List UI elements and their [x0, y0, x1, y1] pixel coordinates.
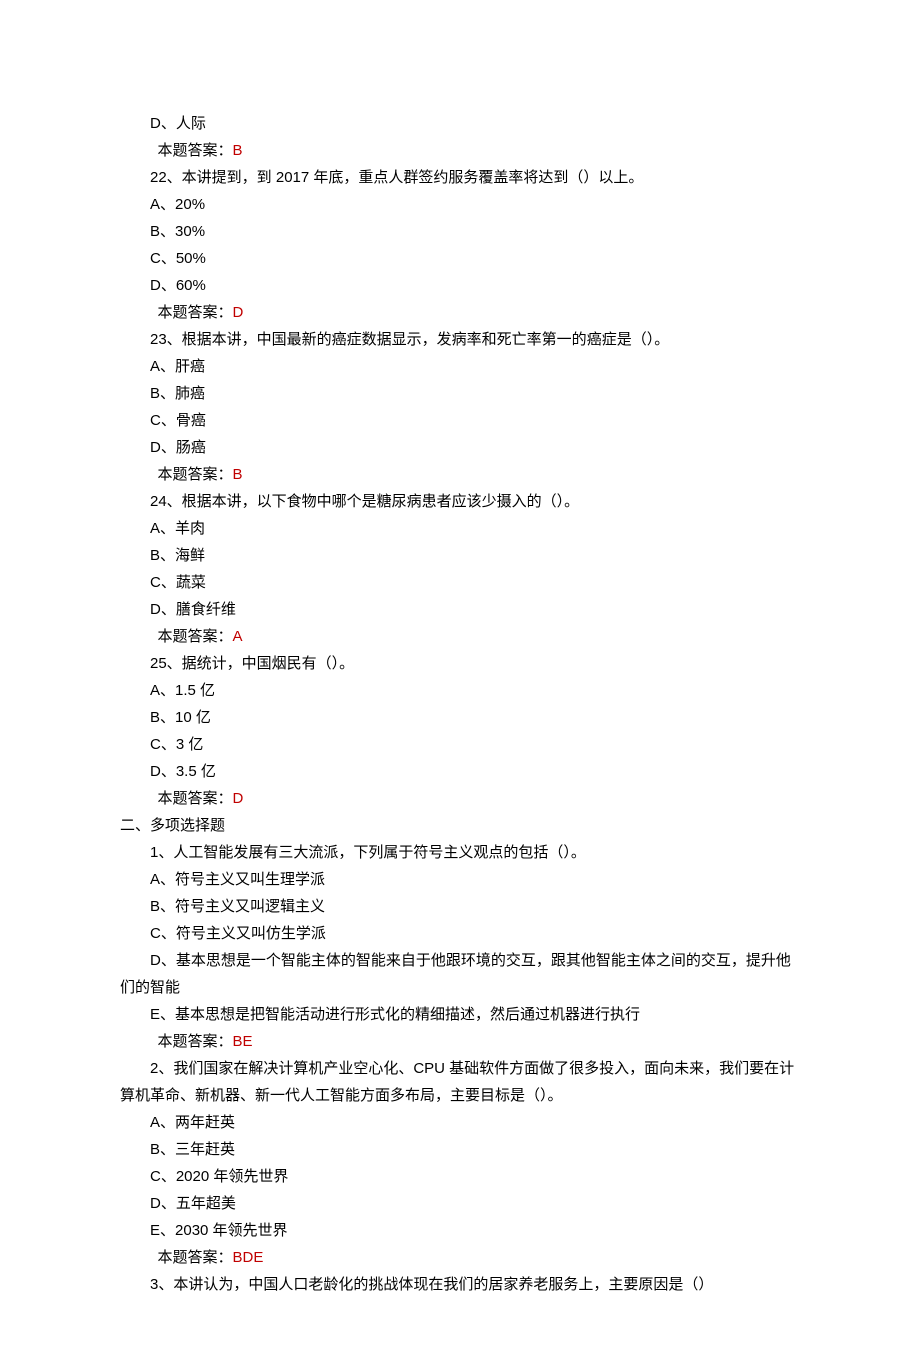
option-text: B、符号主义又叫逻辑主义 [120, 893, 800, 920]
text-fragment: 本题答案： [158, 790, 233, 807]
text-fragment: E、基本思想是把智能活动进行形式化的精细描述，然后通过机器进行执行 [150, 1006, 640, 1023]
option-text: D、60% [120, 272, 800, 299]
text-fragment: E、2030 年领先世界 [150, 1222, 288, 1239]
text-fragment: 本题答案： [158, 142, 233, 159]
option-text: A、20% [120, 191, 800, 218]
answer-line: 本题答案：BDE [120, 1244, 800, 1271]
answer-line: 本题答案：B [120, 461, 800, 488]
option-text: C、2020 年领先世界 [120, 1163, 800, 1190]
answer-value: B [233, 466, 243, 483]
question-text: 1、人工智能发展有三大流派，下列属于符号主义观点的包括（）。 [120, 839, 800, 866]
option-text: B、肺癌 [120, 380, 800, 407]
text-fragment: D、肠癌 [150, 439, 206, 456]
text-fragment: 本题答案： [158, 1249, 233, 1266]
option-text: A、符号主义又叫生理学派 [120, 866, 800, 893]
question-text: 3、本讲认为，中国人口老龄化的挑战体现在我们的居家养老服务上，主要原因是（） [120, 1271, 800, 1298]
text-fragment: 1、人工智能发展有三大流派，下列属于符号主义观点的包括（）。 [150, 844, 586, 861]
text-fragment: B、三年赶英 [150, 1141, 235, 1158]
text-fragment: 本题答案： [158, 466, 233, 483]
option-text: D、人际 [120, 110, 800, 137]
text-fragment: C、蔬菜 [150, 574, 206, 591]
text-fragment: 23、根据本讲，中国最新的癌症数据显示，发病率和死亡率第一的癌症是（）。 [150, 331, 669, 348]
text-fragment: C、骨癌 [150, 412, 206, 429]
text-fragment: A、肝癌 [150, 358, 205, 375]
text-fragment: 2、我们国家在解决计算机产业空心化、CPU 基础软件方面做了很多投入，面向未来，… [120, 1060, 794, 1104]
text-fragment: D、五年超美 [150, 1195, 236, 1212]
option-text: D、膳食纤维 [120, 596, 800, 623]
text-fragment: B、30% [150, 223, 205, 240]
answer-line: 本题答案：D [120, 299, 800, 326]
answer-value: BE [233, 1033, 253, 1050]
document-page: D、人际本题答案：B22、本讲提到，到 2017 年底，重点人群签约服务覆盖率将… [0, 0, 920, 1358]
answer-line: 本题答案：A [120, 623, 800, 650]
option-text: E、基本思想是把智能活动进行形式化的精细描述，然后通过机器进行执行 [120, 1001, 800, 1028]
option-text: D、五年超美 [120, 1190, 800, 1217]
option-text: C、3 亿 [120, 731, 800, 758]
question-text: 23、根据本讲，中国最新的癌症数据显示，发病率和死亡率第一的癌症是（）。 [120, 326, 800, 353]
text-fragment: C、50% [150, 250, 206, 267]
question-text: 25、据统计，中国烟民有（）。 [120, 650, 800, 677]
answer-value: D [233, 304, 244, 321]
option-text: B、三年赶英 [120, 1136, 800, 1163]
text-fragment: A、羊肉 [150, 520, 205, 537]
text-fragment: 25、据统计，中国烟民有（）。 [150, 655, 354, 672]
answer-value: BDE [233, 1249, 264, 1266]
text-fragment: C、3 亿 [150, 736, 203, 753]
option-text: C、骨癌 [120, 407, 800, 434]
option-text: B、海鲜 [120, 542, 800, 569]
text-fragment: 本题答案： [158, 628, 233, 645]
text-fragment: 24、根据本讲，以下食物中哪个是糖尿病患者应该少摄入的（）。 [150, 493, 579, 510]
option-text: E、2030 年领先世界 [120, 1217, 800, 1244]
question-text: 24、根据本讲，以下食物中哪个是糖尿病患者应该少摄入的（）。 [120, 488, 800, 515]
question-text: 22、本讲提到，到 2017 年底，重点人群签约服务覆盖率将达到（）以上。 [120, 164, 800, 191]
text-fragment: A、1.5 亿 [150, 682, 215, 699]
text-fragment: B、符号主义又叫逻辑主义 [150, 898, 325, 915]
text-fragment: 本题答案： [158, 304, 233, 321]
answer-value: D [233, 790, 244, 807]
option-text: A、1.5 亿 [120, 677, 800, 704]
text-fragment: D、人际 [150, 115, 206, 132]
text-fragment: D、3.5 亿 [150, 763, 216, 780]
option-text: A、肝癌 [120, 353, 800, 380]
answer-value: B [233, 142, 243, 159]
option-text: D、肠癌 [120, 434, 800, 461]
section-heading: 二、多项选择题 [120, 812, 800, 839]
text-fragment: 3、本讲认为，中国人口老龄化的挑战体现在我们的居家养老服务上，主要原因是（） [150, 1276, 713, 1293]
text-fragment: 二、多项选择题 [120, 817, 225, 834]
option-text: C、蔬菜 [120, 569, 800, 596]
text-fragment: C、符号主义又叫仿生学派 [150, 925, 326, 942]
option-text: C、符号主义又叫仿生学派 [120, 920, 800, 947]
answer-line: 本题答案：B [120, 137, 800, 164]
option-text: A、两年赶英 [120, 1109, 800, 1136]
question-text: D、基本思想是一个智能主体的智能来自于他跟环境的交互，跟其他智能主体之间的交互，… [120, 947, 800, 1001]
text-fragment: A、两年赶英 [150, 1114, 235, 1131]
question-text: 2、我们国家在解决计算机产业空心化、CPU 基础软件方面做了很多投入，面向未来，… [120, 1055, 800, 1109]
text-fragment: 本题答案： [158, 1033, 233, 1050]
answer-line: 本题答案：D [120, 785, 800, 812]
answer-line: 本题答案：BE [120, 1028, 800, 1055]
option-text: B、30% [120, 218, 800, 245]
text-fragment: B、海鲜 [150, 547, 205, 564]
text-fragment: D、基本思想是一个智能主体的智能来自于他跟环境的交互，跟其他智能主体之间的交互，… [120, 952, 791, 996]
text-fragment: A、20% [150, 196, 205, 213]
option-text: A、羊肉 [120, 515, 800, 542]
text-fragment: B、肺癌 [150, 385, 205, 402]
text-fragment: C、2020 年领先世界 [150, 1168, 288, 1185]
option-text: B、10 亿 [120, 704, 800, 731]
option-text: D、3.5 亿 [120, 758, 800, 785]
text-fragment: B、10 亿 [150, 709, 211, 726]
option-text: C、50% [120, 245, 800, 272]
text-fragment: A、符号主义又叫生理学派 [150, 871, 325, 888]
text-fragment: D、膳食纤维 [150, 601, 236, 618]
text-fragment: D、60% [150, 277, 206, 294]
answer-value: A [233, 628, 243, 645]
text-fragment: 22、本讲提到，到 2017 年底，重点人群签约服务覆盖率将达到（）以上。 [150, 169, 643, 186]
